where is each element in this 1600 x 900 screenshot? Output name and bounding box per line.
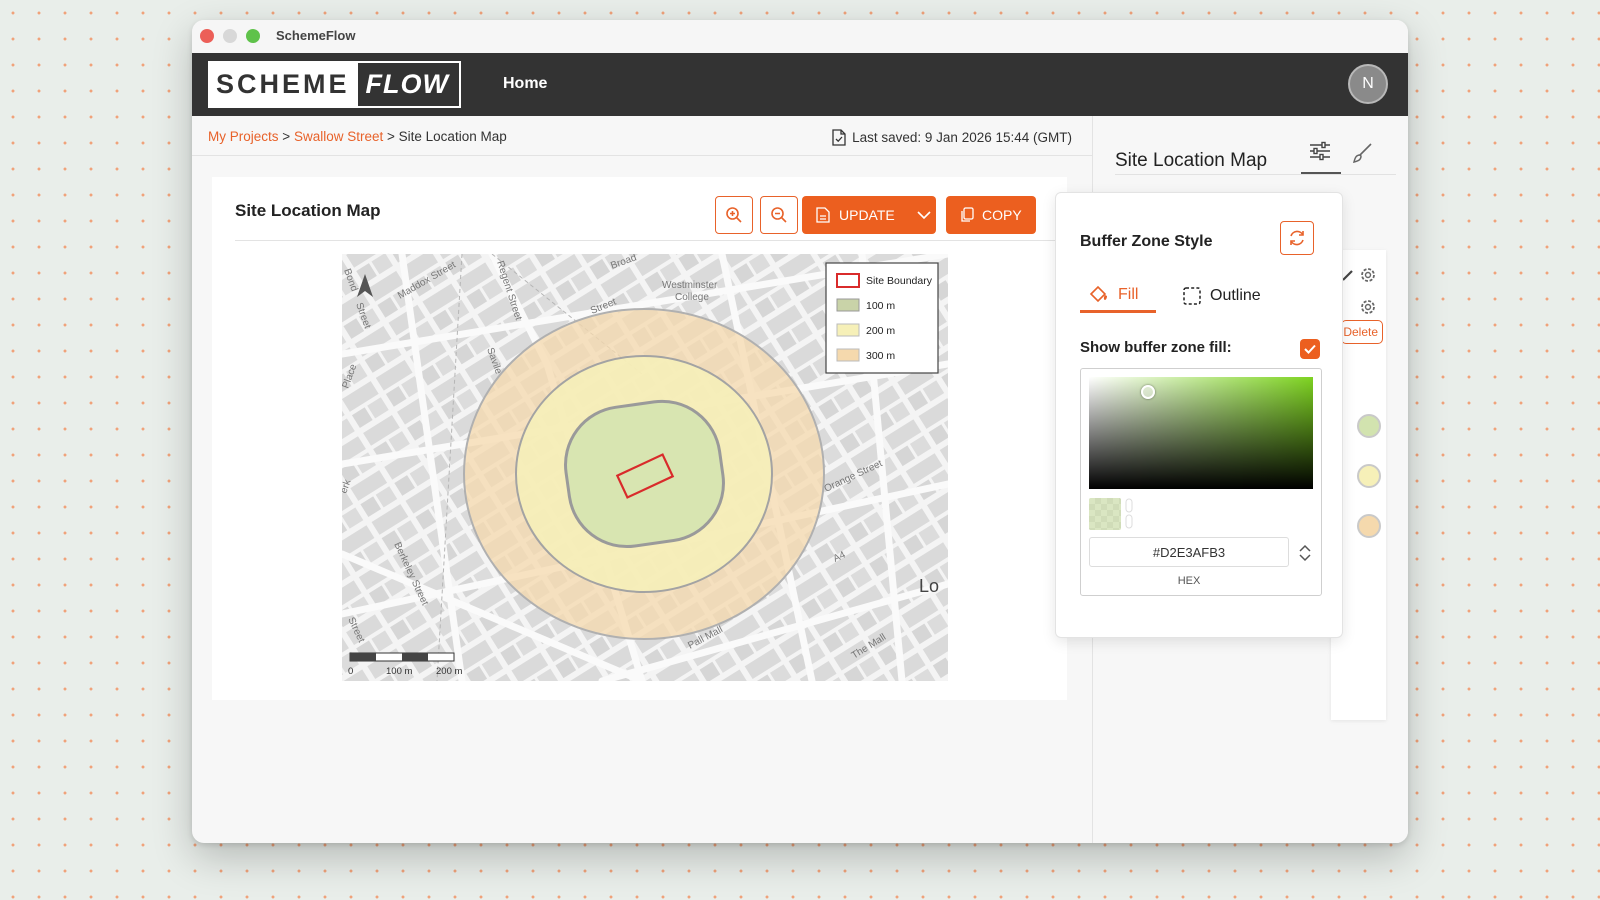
map-canvas: Maddox Street Regent Street Broad Westmi… xyxy=(342,254,948,681)
show-fill-label: Show buffer zone fill: xyxy=(1080,339,1232,356)
color-format-toggle[interactable] xyxy=(1297,541,1313,565)
app-header: SCHEME FLOW Home N xyxy=(192,53,1408,116)
delete-button[interactable]: Delete xyxy=(1341,320,1383,344)
copy-button-label: COPY xyxy=(982,207,1022,223)
tab-outline[interactable]: Outline xyxy=(1182,279,1261,313)
zoom-out-button[interactable] xyxy=(760,196,798,234)
scale-label: 200 m xyxy=(436,666,462,677)
legend-label: Site Boundary xyxy=(866,275,933,287)
saturation-handle[interactable] xyxy=(1141,385,1155,399)
breadcrumb-bar: My Projects > Swallow Street > Site Loca… xyxy=(192,116,1092,156)
zoom-in-icon xyxy=(726,207,742,223)
close-window-button[interactable] xyxy=(200,29,214,43)
reset-style-button[interactable] xyxy=(1280,221,1314,255)
map-card: Site Location Map UPDATE COPY Maddox Str… xyxy=(212,177,1067,700)
breadcrumb-separator: > xyxy=(387,129,395,144)
legend-swatch-100m xyxy=(836,298,860,312)
copy-icon xyxy=(961,207,974,222)
legend-label: 200 m xyxy=(866,325,895,337)
legend-swatch-300m xyxy=(836,348,860,362)
color-preview-fill xyxy=(1089,498,1121,530)
reset-icon xyxy=(1290,230,1304,246)
chevron-down-icon[interactable] xyxy=(917,210,931,220)
buffer-100m-color-swatch[interactable] xyxy=(1357,414,1381,438)
logo-flow-text: FLOW xyxy=(357,63,459,106)
zoom-in-button[interactable] xyxy=(715,196,753,234)
breadcrumb: My Projects > Swallow Street > Site Loca… xyxy=(208,129,507,144)
nav-home-link[interactable]: Home xyxy=(503,75,547,93)
tab-fill-label: Fill xyxy=(1118,285,1139,303)
buffer-300m-color-swatch[interactable] xyxy=(1357,514,1381,538)
breadcrumb-current: Site Location Map xyxy=(398,129,507,144)
breadcrumb-swallow-street[interactable]: Swallow Street xyxy=(294,129,383,144)
right-panel-divider xyxy=(1115,174,1396,175)
legend-swatch-200m xyxy=(836,323,860,337)
buffer-200m-color-swatch[interactable] xyxy=(1357,464,1381,488)
hex-input[interactable] xyxy=(1089,537,1289,567)
logo-scheme-text: SCHEME xyxy=(210,63,358,106)
brush-icon[interactable] xyxy=(1351,142,1373,164)
user-avatar[interactable]: N xyxy=(1348,64,1388,104)
hue-slider-handle[interactable] xyxy=(1125,498,1133,530)
site-location-map[interactable]: Maddox Street Regent Street Broad Westmi… xyxy=(342,254,948,681)
minimize-window-button[interactable] xyxy=(223,29,237,43)
legend-label: 300 m xyxy=(866,350,895,362)
update-button[interactable]: UPDATE xyxy=(802,196,936,234)
window-title: SchemeFlow xyxy=(276,28,356,43)
gear-icon[interactable] xyxy=(1359,298,1377,316)
map-legend: Site Boundary 100 m 200 m 300 m xyxy=(825,262,939,374)
zoom-out-icon xyxy=(771,207,787,223)
map-street-label: College xyxy=(675,292,709,303)
dashed-square-icon xyxy=(1183,287,1201,305)
color-preview xyxy=(1089,498,1121,530)
saturation-area[interactable] xyxy=(1089,377,1313,489)
legend-swatch-site-boundary xyxy=(836,273,860,288)
show-fill-checkbox[interactable] xyxy=(1300,339,1320,359)
maximize-window-button[interactable] xyxy=(246,29,260,43)
document-check-icon xyxy=(832,129,846,146)
breadcrumb-separator: > xyxy=(282,129,291,144)
up-down-chevron-icon xyxy=(1299,544,1311,562)
popover-title: Buffer Zone Style xyxy=(1080,233,1213,250)
breadcrumb-my-projects[interactable]: My Projects xyxy=(208,129,279,144)
map-card-title: Site Location Map xyxy=(235,201,381,220)
tab-outline-label: Outline xyxy=(1210,287,1261,304)
map-street-label: Westminster xyxy=(662,280,718,291)
right-panel-title: Site Location Map xyxy=(1115,150,1268,171)
tab-fill[interactable]: Fill xyxy=(1080,279,1156,313)
copy-button[interactable]: COPY xyxy=(946,196,1036,234)
hex-format-label: HEX xyxy=(1177,575,1201,587)
legend-label: 100 m xyxy=(866,300,895,312)
window-titlebar: SchemeFlow xyxy=(192,20,1408,53)
update-button-label: UPDATE xyxy=(839,207,895,223)
gear-icon[interactable] xyxy=(1359,266,1377,284)
checkmark-icon xyxy=(1304,344,1316,354)
edit-icon[interactable] xyxy=(1341,268,1355,282)
paint-bucket-icon xyxy=(1089,285,1107,302)
document-update-icon xyxy=(816,207,830,223)
buffer-zone-style-popover: Buffer Zone Style Fill Outline Show buff… xyxy=(1055,192,1343,638)
last-saved-text: Last saved: 9 Jan 2026 15:44 (GMT) xyxy=(852,130,1072,145)
last-saved-status: Last saved: 9 Jan 2026 15:44 (GMT) xyxy=(832,129,1072,146)
card-divider xyxy=(235,240,1067,241)
scale-label: 0 xyxy=(348,666,353,677)
color-picker: HEX xyxy=(1080,368,1322,596)
map-place-label: Lo xyxy=(919,576,939,596)
scale-label: 100 m xyxy=(386,666,412,677)
schemeflow-logo[interactable]: SCHEME FLOW xyxy=(208,61,461,108)
sliders-icon[interactable] xyxy=(1309,141,1331,161)
